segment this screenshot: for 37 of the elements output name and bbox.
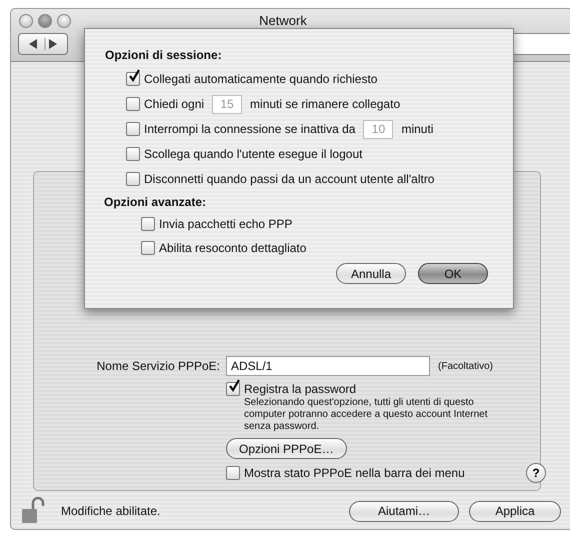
checkbox-label: minuti bbox=[401, 122, 434, 136]
checkbox[interactable] bbox=[126, 172, 140, 186]
checkbox-label: Abilita resoconto dettagliato bbox=[159, 241, 306, 255]
unlocked-padlock-icon[interactable] bbox=[21, 497, 45, 525]
checkbox[interactable] bbox=[226, 466, 240, 480]
sheet-button[interactable]: OK bbox=[418, 263, 488, 284]
checkbox-label: Disconnetti quando passi da un account utente all'altro bbox=[144, 172, 434, 186]
status-text: Modifiche abilitate. bbox=[61, 504, 160, 518]
section-heading: Opzioni di sessione: bbox=[105, 48, 223, 62]
checkbox-label: minuti se rimanere collegato bbox=[250, 97, 400, 111]
checkbox-label: Scollega quando l'utente esegue il logout bbox=[144, 147, 362, 161]
checkbox[interactable] bbox=[126, 147, 140, 161]
checkbox-label: Chiedi ogni bbox=[144, 97, 204, 111]
checkbox[interactable] bbox=[141, 241, 155, 255]
pppoe-options-button[interactable]: Opzioni PPPoE… bbox=[226, 438, 347, 459]
dialog-button[interactable]: Applica bbox=[469, 500, 561, 522]
section-heading: Opzioni avanzate: bbox=[104, 195, 208, 209]
optional-note: (Facoltativo) bbox=[438, 360, 494, 372]
sheet-button[interactable]: Annulla bbox=[336, 263, 406, 284]
back-forward-button[interactable] bbox=[18, 33, 68, 55]
checkbox-label: Registra la password bbox=[244, 382, 356, 396]
checkbox-label: Invia pacchetti echo PPP bbox=[159, 217, 292, 231]
checkbox[interactable] bbox=[141, 217, 155, 231]
zoom-button[interactable] bbox=[57, 14, 71, 28]
checkbox-label: Mostra stato PPPoE nella barra dei menu bbox=[244, 466, 465, 480]
dialog-button[interactable]: Aiutami… bbox=[349, 500, 459, 522]
window-title: Network bbox=[258, 12, 308, 28]
checkbox[interactable] bbox=[126, 72, 140, 86]
help-button[interactable]: ? bbox=[526, 463, 546, 483]
checkbox[interactable] bbox=[226, 382, 240, 396]
field-label: Nome Servizio PPPoE: bbox=[96, 359, 220, 373]
checkbox-label: Collegati automaticamente quando richiesto bbox=[144, 72, 378, 86]
description-text: Selezionando quest'opzione, tutti gli utenti di questo computer potranno accedere a questo account Internet senza password. bbox=[244, 397, 488, 433]
checkbox-label: Interrompi la connessione se inattiva da bbox=[144, 122, 356, 136]
close-button[interactable] bbox=[19, 14, 33, 28]
service-name-field[interactable]: ADSL/1 bbox=[226, 356, 430, 376]
minimize-button[interactable] bbox=[38, 14, 52, 28]
